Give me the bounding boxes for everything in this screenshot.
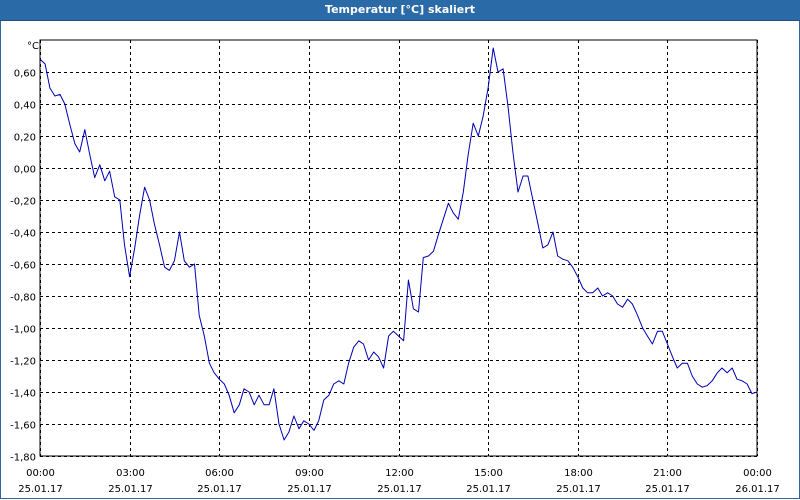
x-tick-time-label: 03:00	[116, 468, 145, 479]
axis-ticks: 0,60 0,40 0,20 0,00 -0,20 -0,40 -0,60 -0,80 -1,0…	[10, 69, 780, 496]
x-tick-time-label: 09:00	[295, 468, 324, 479]
x-tick-date-label: 25.01.17	[18, 484, 63, 495]
x-tick-time-label: 21:00	[653, 468, 682, 479]
y-tick-label: -0,40	[10, 229, 36, 240]
y-tick-label: 0,40	[14, 101, 36, 112]
x-tick-time-label: 18:00	[564, 468, 593, 479]
x-tick-date-label: 25.01.17	[197, 484, 242, 495]
y-tick-label: -1,00	[10, 325, 36, 336]
y-tick-label: -1,80	[10, 453, 36, 464]
x-tick-date-label: 25.01.17	[108, 484, 153, 495]
y-axis-unit-label: °C	[27, 41, 39, 52]
x-tick-time-label: 15:00	[474, 468, 503, 479]
y-tick-label: -0,80	[10, 293, 36, 304]
x-tick-date-label: 25.01.17	[645, 484, 690, 495]
grid-lines	[40, 40, 758, 457]
y-tick-label: 0,20	[14, 133, 36, 144]
temperature-chart: °C 0,60 0,40 0,20 0,00 -0,20 -0,40 -0,60 -0,80 -…	[10, 39, 780, 496]
plot-area	[39, 39, 758, 457]
y-tick-label: -1,40	[10, 389, 36, 400]
x-tick-time-label: 06:00	[205, 468, 234, 479]
x-tick-time-label: 12:00	[385, 468, 414, 479]
y-tick-label: 0,00	[14, 165, 36, 176]
series-layer	[39, 47, 758, 441]
y-tick-label: -0,60	[10, 261, 36, 272]
series-line	[39, 47, 758, 441]
x-tick-date-label: 25.01.17	[466, 484, 511, 495]
x-tick-date-label: 25.01.17	[377, 484, 422, 495]
y-tick-label: -1,20	[10, 357, 36, 368]
x-tick-time-label: 00:00	[743, 468, 772, 479]
y-tick-label: -1,60	[10, 421, 36, 432]
x-tick-time-label: 00:00	[26, 468, 55, 479]
x-tick-date-label: 25.01.17	[556, 484, 601, 495]
y-tick-label: 0,60	[14, 69, 36, 80]
x-tick-date-label: 26.01.17	[735, 484, 780, 495]
x-tick-date-label: 25.01.17	[287, 484, 332, 495]
y-tick-label: -0,20	[10, 197, 36, 208]
